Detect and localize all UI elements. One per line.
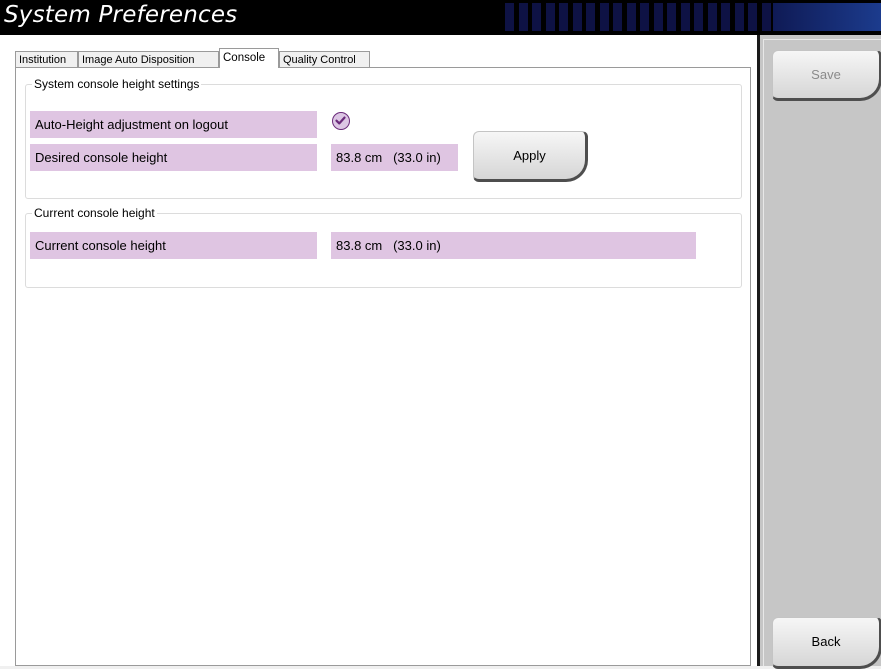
tab-console[interactable]: Console	[219, 48, 279, 68]
group-legend: Current console height	[32, 206, 157, 220]
title-bar: System Preferences	[0, 0, 881, 35]
back-button[interactable]: Back	[772, 617, 881, 669]
apply-button[interactable]: Apply	[473, 131, 588, 182]
system-console-height-group: System console height settings Auto-Heig…	[25, 77, 742, 199]
current-console-height-value: 83.8 cm (33.0 in)	[331, 232, 696, 259]
save-button[interactable]: Save	[772, 50, 881, 101]
window-title: System Preferences	[4, 2, 238, 28]
desired-console-height-value: 83.8 cm (33.0 in)	[331, 144, 458, 171]
right-sidebar: Save Back	[757, 35, 881, 669]
group-legend: System console height settings	[32, 77, 202, 91]
current-console-height-group: Current console height Current console h…	[25, 206, 742, 288]
main-panel: Institution Image Auto Disposition Conso…	[0, 35, 757, 666]
tab-image-auto-disposition[interactable]: Image Auto Disposition	[78, 51, 219, 68]
tab-quality-control[interactable]: Quality Control	[279, 51, 370, 68]
desired-console-height-label: Desired console height	[30, 144, 317, 171]
tab-institution[interactable]: Institution	[15, 51, 78, 68]
auto-height-label: Auto-Height adjustment on logout	[30, 111, 317, 138]
check-icon	[335, 116, 346, 125]
auto-height-checkbox[interactable]	[332, 112, 350, 130]
title-bar-decoration	[505, 0, 881, 35]
console-tab-panel: System console height settings Auto-Heig…	[15, 67, 751, 666]
current-console-height-label: Current console height	[30, 232, 317, 259]
